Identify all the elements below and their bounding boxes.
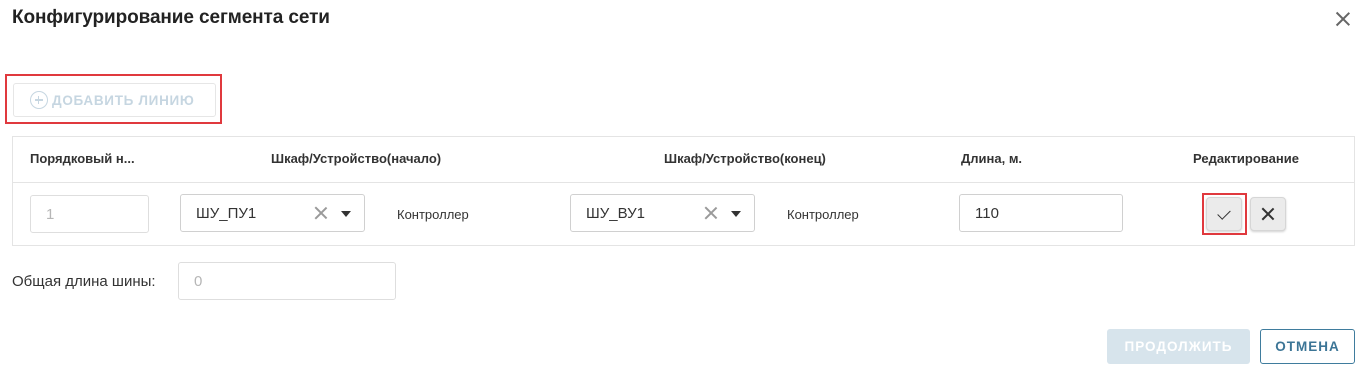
chevron-down-icon[interactable] [341,211,351,217]
grid-header: Порядковый н... Шкаф/Устройство(начало) … [13,137,1354,183]
end-device-type: Контроллер [787,207,859,222]
end-device-select[interactable]: ШУ_ВУ1 [570,194,755,232]
length-input[interactable]: 110 [959,194,1123,232]
column-header-length[interactable]: Длина, м. [961,151,1022,166]
length-value: 110 [975,204,999,222]
cancel-button[interactable]: ОТМЕНА [1260,329,1355,364]
total-length-label: Общая длина шины: [12,273,156,290]
segment-grid: Порядковый н... Шкаф/Устройство(начало) … [12,136,1355,246]
column-header-end-device[interactable]: Шкаф/Устройство(конец) [664,151,826,166]
cancel-edit-button[interactable] [1250,197,1286,231]
column-header-start-device[interactable]: Шкаф/Устройство(начало) [271,151,441,166]
add-line-label: ДОБАВИТЬ ЛИНИЮ [52,92,195,108]
add-line-button[interactable]: ДОБАВИТЬ ЛИНИЮ [13,83,216,117]
total-length-value: 0 [194,272,203,290]
start-device-type: Контроллер [397,207,469,222]
order-field: 1 [30,195,149,233]
clear-icon[interactable] [314,206,328,220]
column-header-editing[interactable]: Редактирование [1193,151,1299,166]
order-value: 1 [46,205,55,223]
clear-icon[interactable] [704,206,718,220]
continue-button[interactable]: ПРОДОЛЖИТЬ [1107,329,1250,364]
highlight-confirm [1202,193,1247,235]
end-device-value: ШУ_ВУ1 [586,204,645,222]
cancel-label: ОТМЕНА [1275,339,1340,354]
continue-label: ПРОДОЛЖИТЬ [1124,339,1233,354]
total-length-field: 0 [178,262,396,300]
column-header-order[interactable]: Порядковый н... [30,151,135,166]
dialog-title: Конфигурирование сегмента сети [12,7,330,28]
close-icon [1261,207,1275,221]
close-icon[interactable] [1334,10,1352,28]
chevron-down-icon[interactable] [731,211,741,217]
plus-circle-icon [30,91,48,109]
start-device-select[interactable]: ШУ_ПУ1 [180,194,365,232]
start-device-value: ШУ_ПУ1 [196,204,257,222]
